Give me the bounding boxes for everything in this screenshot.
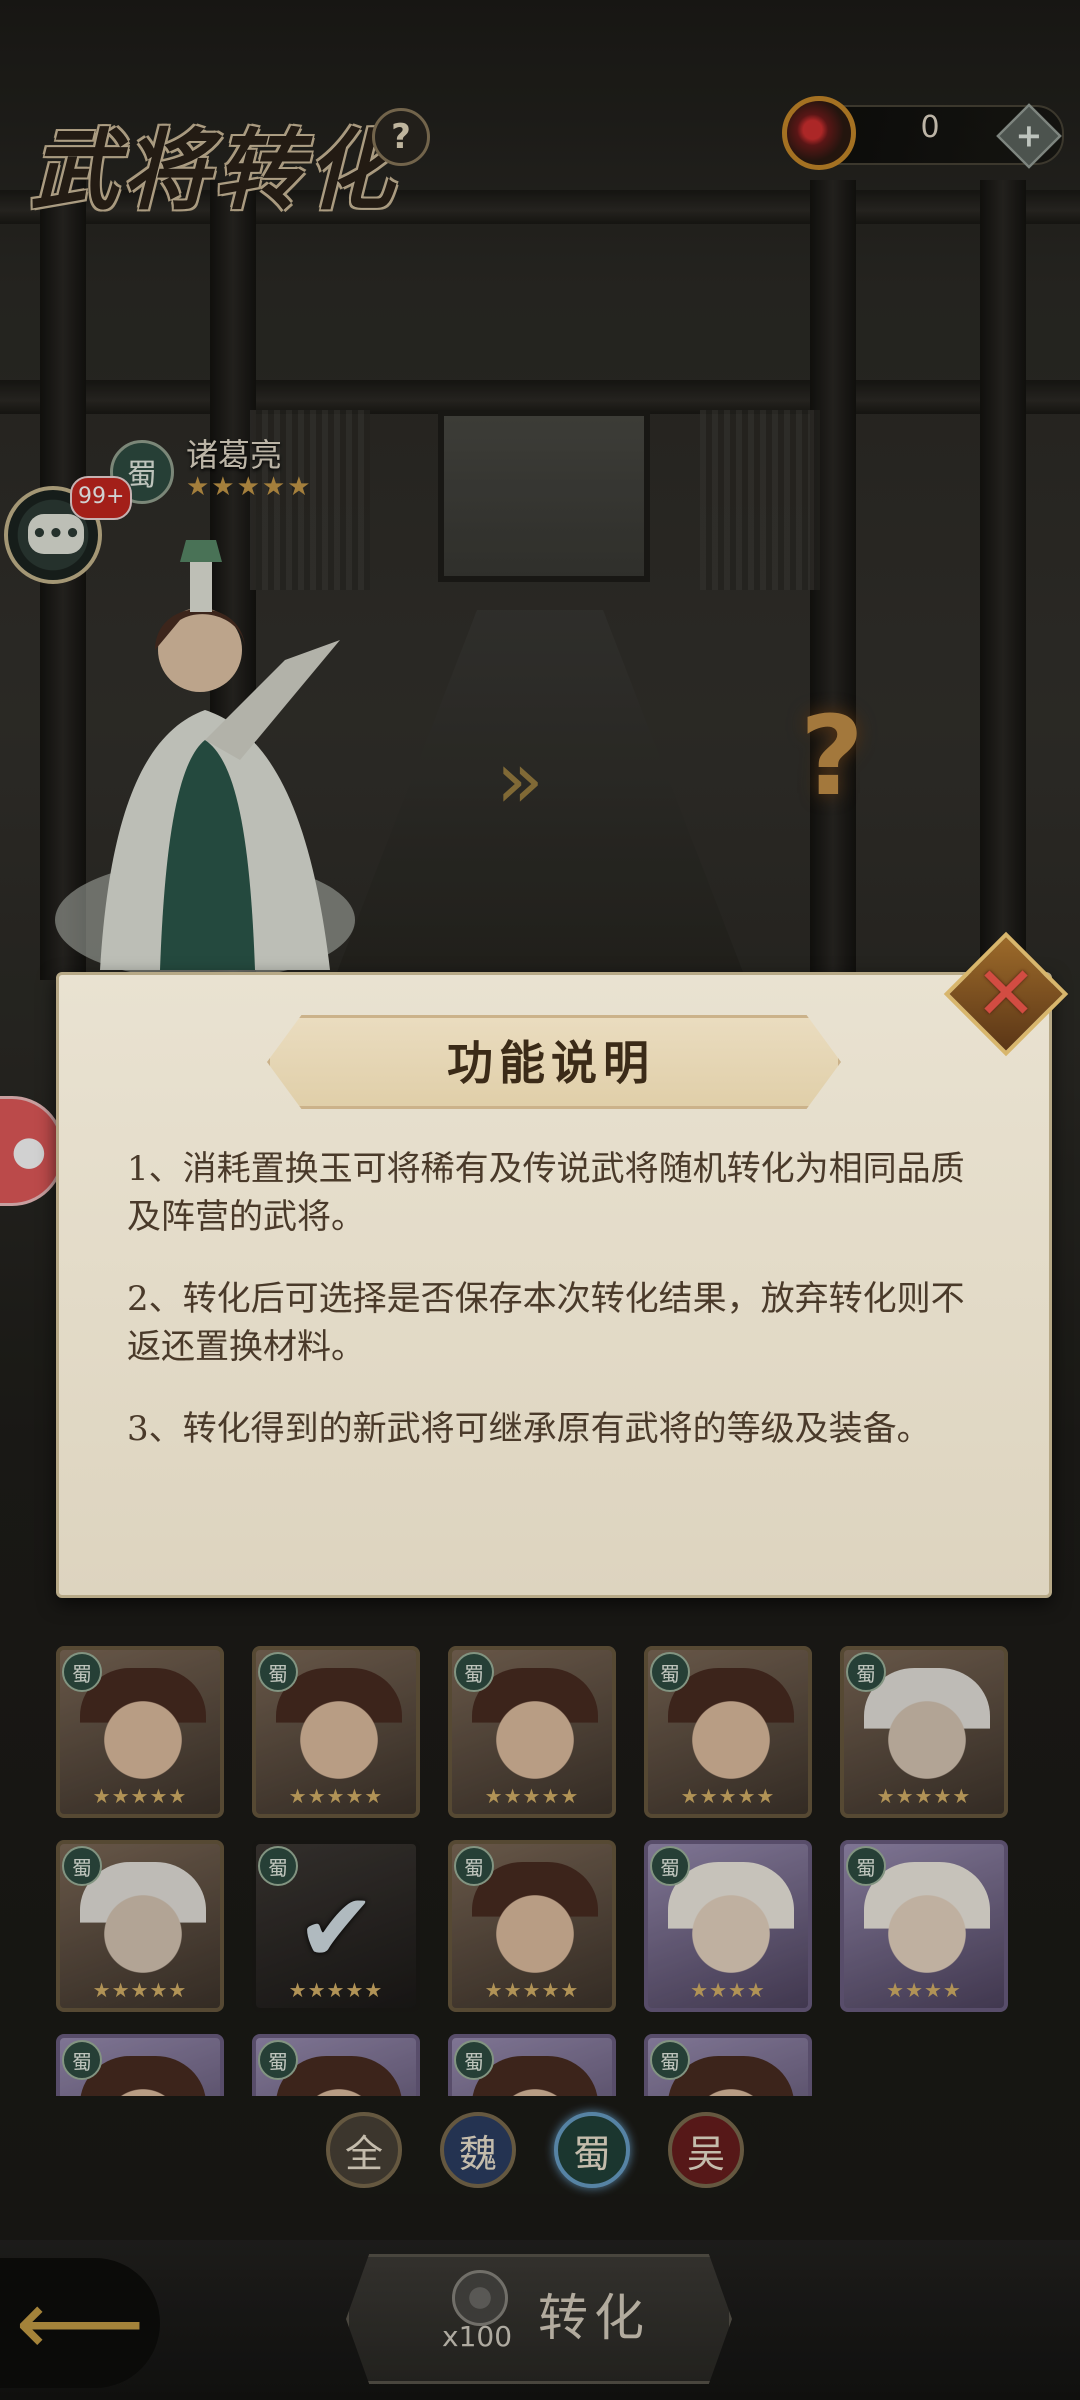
close-icon[interactable]: ✕ <box>962 950 1050 1038</box>
dialog-body: 1、消耗置换玉可将稀有及传说武将随机转化为相同品质及阵营的武将。 2、转化后可选… <box>127 1145 991 1487</box>
dialog-rule-3: 3、转化得到的新武将可继承原有武将的等级及装备。 <box>127 1409 931 1449</box>
info-dialog: 功能说明 1、消耗置换玉可将稀有及传说武将随机转化为相同品质及阵营的武将。 2、… <box>41 963 1067 1603</box>
dialog-title: 功能说明 <box>447 1036 655 1090</box>
dialog-rule-2: 2、转化后可选择是否保存本次转化结果，放弃转化则不返还置换材料。 <box>127 1279 965 1367</box>
dialog-rule-1: 1、消耗置换玉可将稀有及传说武将随机转化为相同品质及阵营的武将。 <box>127 1149 965 1237</box>
